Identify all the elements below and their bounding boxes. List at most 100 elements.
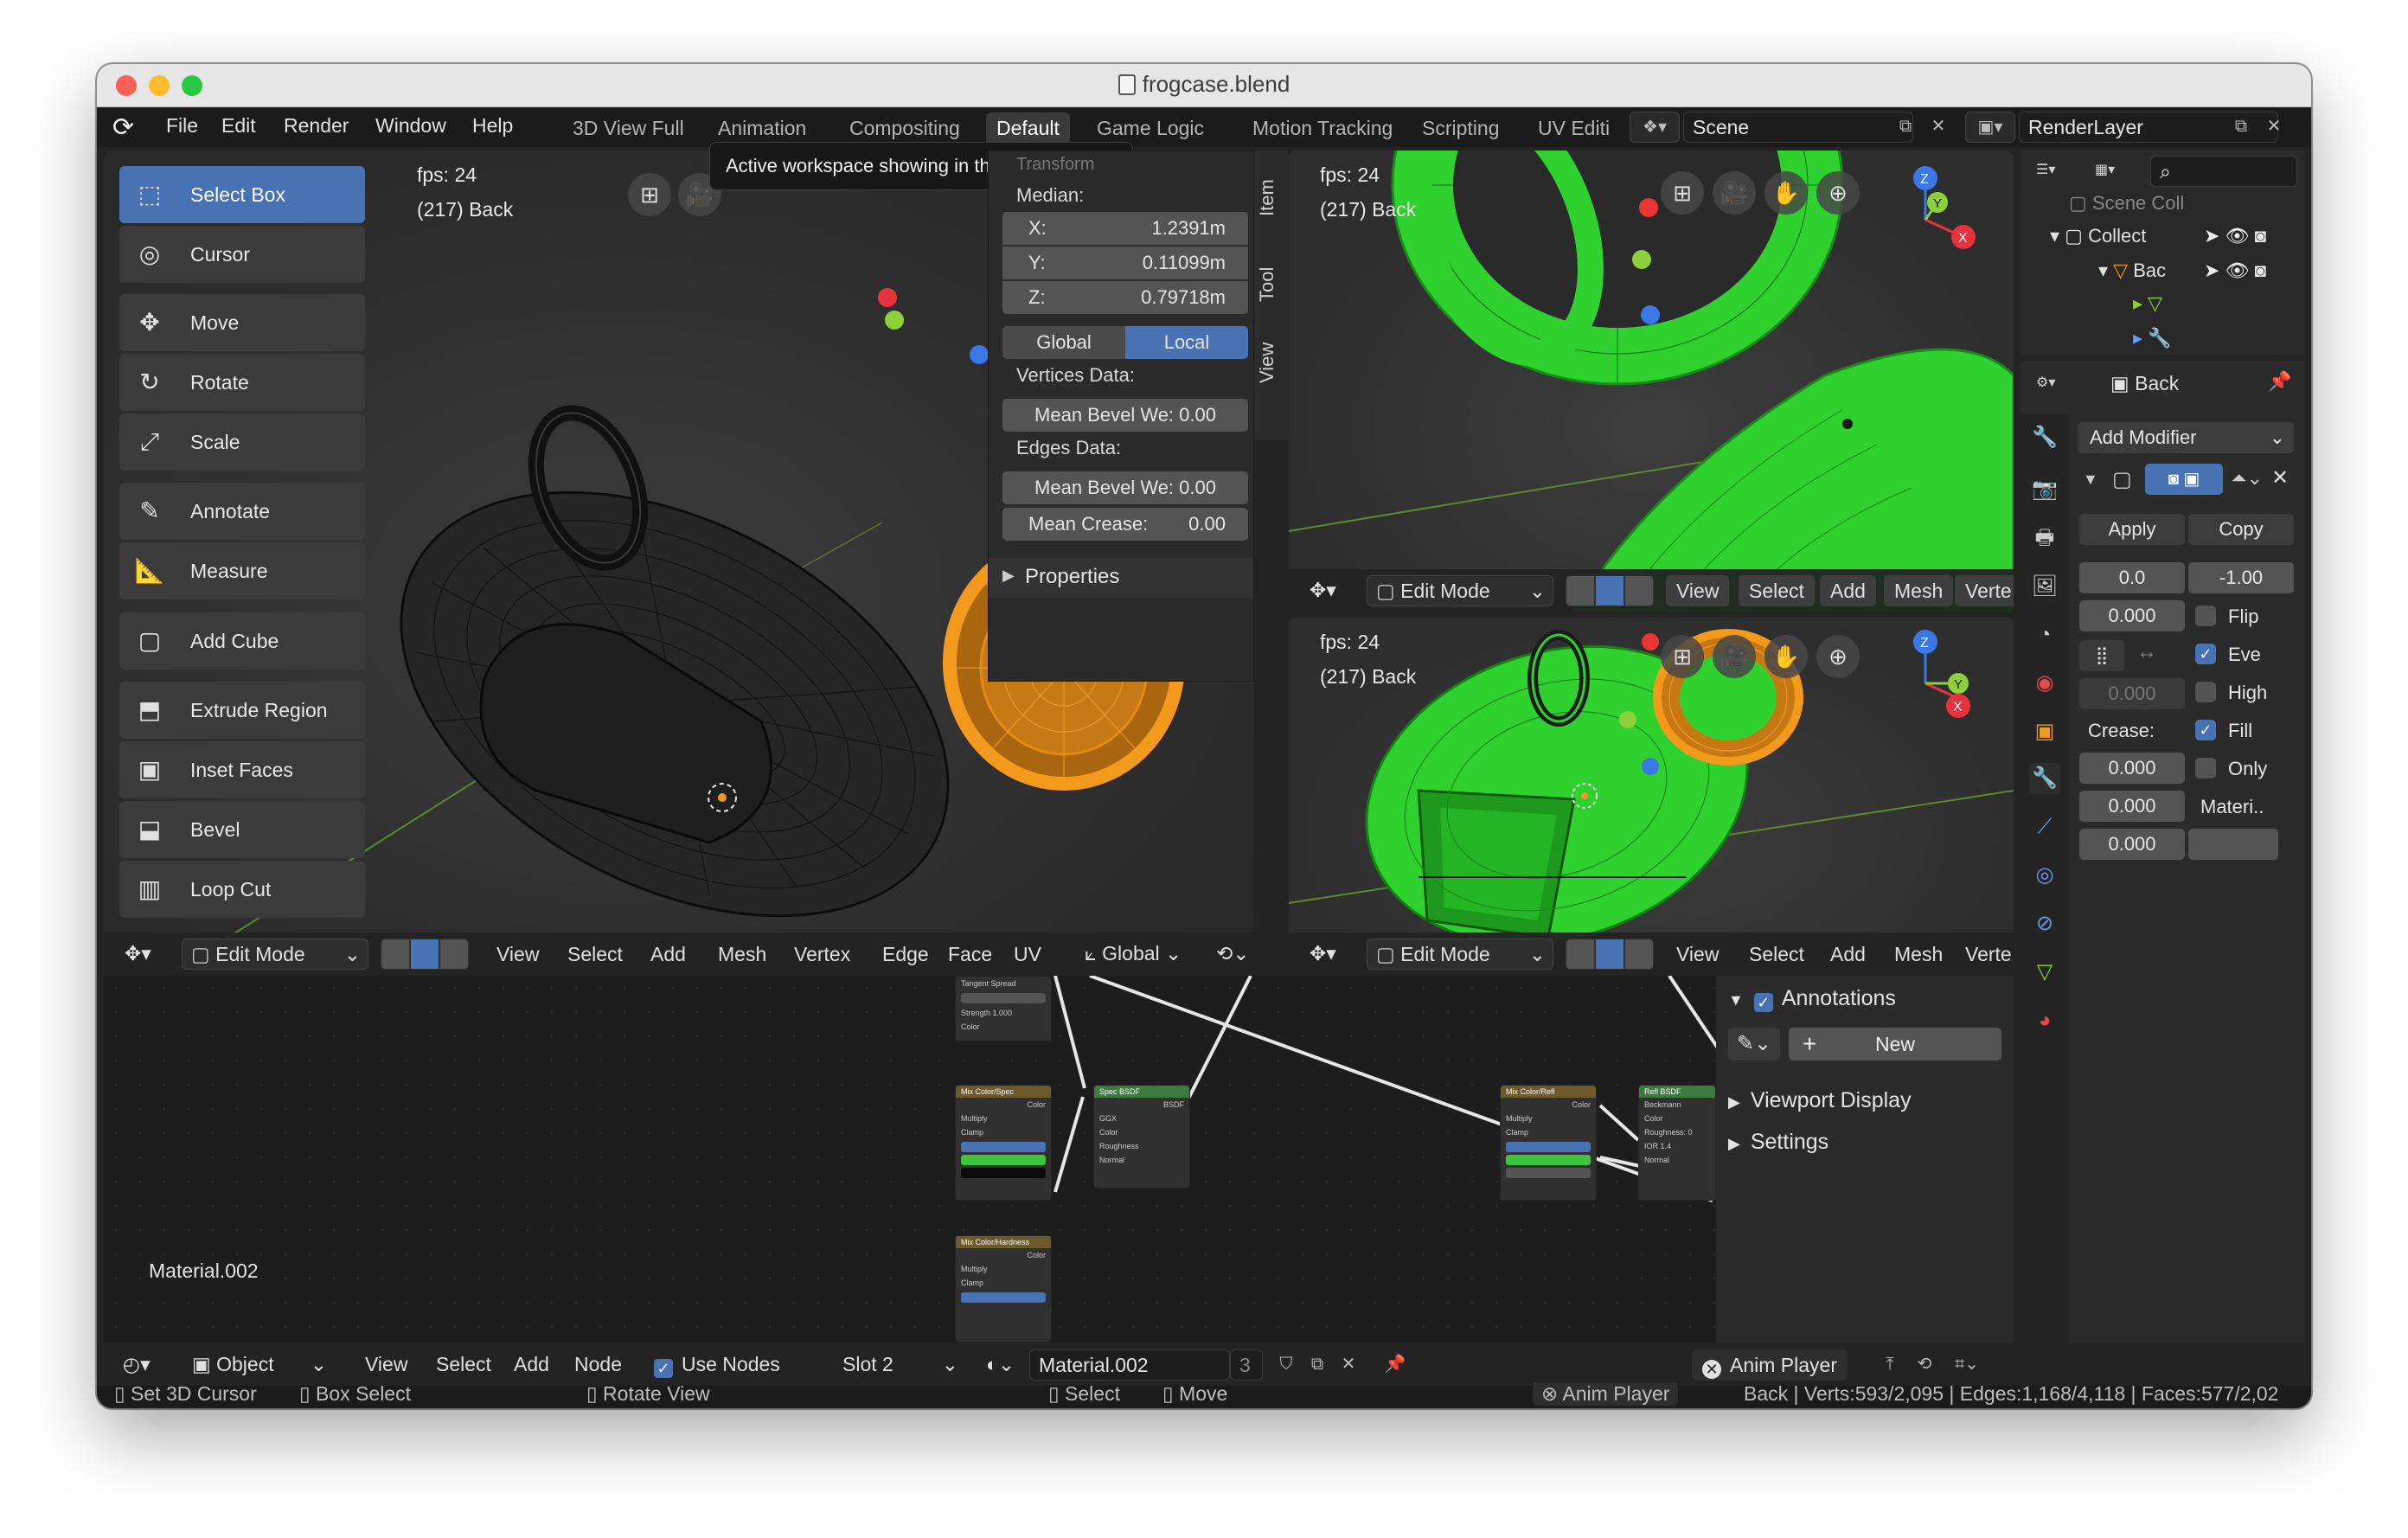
collapse-arrow-icon[interactable]: ▼	[2083, 471, 2098, 489]
br-edge-select-button[interactable]	[1595, 939, 1624, 970]
fake-user-icon[interactable]: ⛉	[1270, 1349, 1303, 1381]
main-menu-uv[interactable]: UV	[1014, 943, 1041, 966]
br-face-select-button[interactable]	[1624, 939, 1654, 970]
copy-button[interactable]: Copy	[2188, 514, 2294, 545]
snapping-options-icon[interactable]: ⌗⌄	[1941, 1349, 1993, 1381]
vertex-group-icon[interactable]: ⣿	[2079, 640, 2124, 671]
br-toggle-perspective-icon[interactable]: ⊞	[1661, 635, 1704, 678]
median-y-field[interactable]: Y: 0.11099m	[1002, 247, 1248, 279]
flip-checkbox[interactable]	[2195, 606, 2216, 626]
annotations-checkbox[interactable]: ✓	[1753, 993, 1773, 1012]
fill-rim-checkbox[interactable]: ✓	[2195, 720, 2216, 740]
render-tab-icon[interactable]: 📷	[2029, 474, 2060, 505]
modifier-display-toggles[interactable]: ◙ ▣	[2145, 464, 2223, 495]
tr-menu-view[interactable]: View	[1666, 575, 1730, 606]
viewport-display-panel-header[interactable]: ▶ Viewport Display	[1728, 1088, 1912, 1113]
bottom-right-3d-viewport[interactable]: fps: 24 (217) Back ⊞ 🎥 ✋ ⊕ Z Y X ✥▾ ▢ Ed…	[1289, 618, 2014, 976]
tr-zoom-view-icon[interactable]: ⊕	[1816, 171, 1860, 215]
status-anim-player[interactable]: ⊗ Anim Player	[1533, 1382, 1679, 1406]
main-menu-vertex[interactable]: Vertex	[794, 943, 850, 966]
move-modifier-icon[interactable]: ⏶⌄	[2232, 467, 2263, 490]
main-menu-view[interactable]: View	[496, 943, 539, 966]
mean-bevel-edge-field[interactable]: Mean Bevel We: 0.00	[1002, 471, 1248, 504]
node-mix-color-hardness[interactable]: Mix Color/Hardness Color Multiply Clamp	[955, 1235, 1052, 1343]
tool-extrude-region[interactable]: ⬒ Extrude Region	[119, 682, 365, 739]
tool-cursor[interactable]: ◎ Cursor	[119, 226, 365, 283]
particles-tab-icon[interactable]: ⟋	[2029, 811, 2060, 843]
tr-toggle-perspective-icon[interactable]: ⊞	[1661, 171, 1704, 215]
scene-tab-icon[interactable]: ◔	[2029, 619, 2060, 650]
color1-swatch[interactable]	[961, 1155, 1046, 1165]
physics-tab-icon[interactable]: ◎	[2029, 860, 2060, 891]
collection-visibility-icons[interactable]: ➤ 👁 ◙	[2204, 225, 2266, 247]
value-field-3[interactable]: 0.000	[2079, 600, 2185, 631]
node-mix-color-refl[interactable]: Mix Color/Refl Color Multiply Clamp	[1500, 1085, 1597, 1201]
node-menu-add[interactable]: Add	[514, 1353, 549, 1376]
tool-bevel[interactable]: ⬓ Bevel	[119, 801, 365, 858]
anim-player-button[interactable]: ✕ Anim Player	[1692, 1349, 1848, 1381]
delete-scene-icon[interactable]: ✕	[1922, 112, 1955, 143]
outliner-search-input[interactable]: ⌕	[2150, 156, 2297, 187]
tool-add-cube[interactable]: ▢ Add Cube	[119, 612, 365, 670]
fac-slider[interactable]	[1506, 1142, 1591, 1152]
color1-swatch[interactable]	[1506, 1155, 1591, 1165]
constraints-tab-icon[interactable]: ⊘	[2029, 908, 2060, 939]
material-tab-icon[interactable]: ◕	[2029, 1005, 2060, 1036]
apply-button[interactable]: Apply	[2079, 514, 2185, 545]
median-x-field[interactable]: X: 1.2391m	[1002, 212, 1248, 245]
workspace-tab-animation[interactable]: Animation	[708, 112, 817, 144]
tab-item[interactable]: Item	[1256, 159, 1287, 237]
tab-view[interactable]: View	[1256, 332, 1287, 393]
offset-field[interactable]: 0.0	[2079, 562, 2185, 593]
crease-inner-field[interactable]: 0.000	[2079, 753, 2185, 784]
material-users-count[interactable]: 3	[1230, 1349, 1263, 1381]
only-rim-checkbox[interactable]	[2195, 758, 2216, 779]
median-z-field[interactable]: Z: 0.79718m	[1002, 281, 1248, 314]
node-mix-color-spec[interactable]: Mix Color/Spec Color Multiply Clamp	[955, 1085, 1052, 1201]
br-menu-vertex[interactable]: Verte	[1965, 943, 2012, 966]
transform-orientation-dropdown[interactable]: ⟀ Global ⌄	[1076, 939, 1207, 970]
properties-panel-header[interactable]: ▶ Properties	[989, 558, 1253, 598]
br-menu-add[interactable]: Add	[1830, 943, 1866, 966]
pin-icon[interactable]: 📌	[2268, 370, 2291, 393]
crease-outer-field[interactable]: 0.000	[2079, 791, 2185, 822]
tool-rotate[interactable]: ↻ Rotate	[119, 354, 365, 411]
display-mode-icon[interactable]: ▦▾	[2086, 156, 2138, 187]
blender-logo-icon[interactable]: ⟳	[112, 112, 134, 143]
use-nodes-toggle[interactable]: ✓ Use Nodes	[654, 1353, 780, 1378]
tr-camera-view-icon[interactable]: 🎥	[1713, 171, 1756, 215]
render-layer-selector-icon[interactable]: ▣▾	[1965, 112, 2015, 143]
pivot-icon[interactable]: ⟲⌄	[1207, 939, 1254, 970]
main-mode-dropdown[interactable]: ▢ Edit Mode ⌄	[182, 939, 368, 970]
vertex-select-mode-button[interactable]	[381, 939, 410, 970]
node-editor-type-icon[interactable]: ◴▾	[114, 1349, 166, 1381]
edge-select-mode-button[interactable]	[410, 939, 439, 970]
modifier-tab-icon[interactable]: 🔧	[2029, 763, 2060, 794]
menu-help[interactable]: Help	[472, 114, 513, 138]
scene-name-field[interactable]: Scene	[1683, 112, 1913, 143]
tool-tab-icon[interactable]: 🔧	[2029, 422, 2060, 453]
tr-editor-type-icon[interactable]: ✥▾	[1301, 575, 1353, 606]
invert-arrows-icon[interactable]: ↔	[2136, 640, 2157, 664]
fac-slider[interactable]	[961, 1142, 1046, 1152]
new-render-layer-icon[interactable]: ⧉	[2225, 112, 2258, 143]
remove-modifier-icon[interactable]: ✕	[2271, 465, 2289, 490]
duplicate-material-icon[interactable]: ⧉	[1301, 1349, 1334, 1381]
br-zoom-view-icon[interactable]: ⊕	[1816, 635, 1860, 678]
annotation-pencil-icon[interactable]: ✎⌄	[1728, 1028, 1780, 1061]
tr-axis-gizmo[interactable]: Z X Y	[1886, 159, 1981, 254]
br-editor-type-icon[interactable]: ✥▾	[1301, 939, 1353, 970]
workspace-tab-default[interactable]: Default	[986, 112, 1070, 144]
even-thickness-checkbox[interactable]: ✓	[2195, 644, 2216, 664]
data-tab-icon[interactable]: ▽	[2029, 957, 2060, 988]
br-menu-select[interactable]: Select	[1749, 943, 1804, 966]
tr-mode-dropdown[interactable]: ▢ Edit Mode ⌄	[1367, 575, 1553, 606]
settings-panel-header[interactable]: ▶ Settings	[1728, 1130, 1828, 1155]
color2-swatch[interactable]	[961, 1168, 1046, 1178]
tr-pan-view-icon[interactable]: ✋	[1764, 171, 1808, 215]
br-menu-mesh[interactable]: Mesh	[1894, 943, 1943, 966]
menu-render[interactable]: Render	[284, 114, 349, 138]
node-refl-bsdf[interactable]: Refl BSDF Beckmann Color Roughness: 0 IO…	[1638, 1085, 1716, 1201]
node-menu-view[interactable]: View	[365, 1353, 407, 1376]
material-offset-field[interactable]	[2188, 829, 2278, 860]
